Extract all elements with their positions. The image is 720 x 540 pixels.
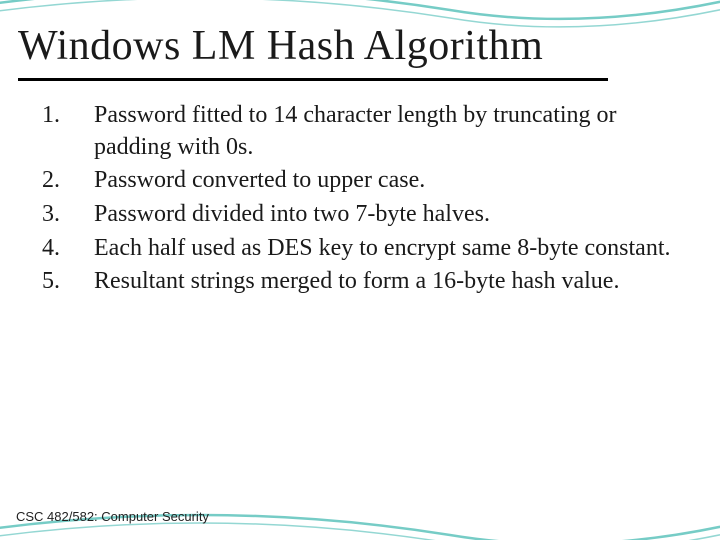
list-item: 3. Password divided into two 7-byte halv…: [36, 199, 690, 231]
list-number: 5.: [36, 266, 94, 298]
list-text: Password converted to upper case.: [94, 165, 690, 197]
list-number: 4.: [36, 233, 94, 265]
list-item: 1. Password fitted to 14 character lengt…: [36, 100, 690, 163]
title-underline: [18, 78, 608, 81]
list-item: 5. Resultant strings merged to form a 16…: [36, 266, 690, 298]
list-text: Resultant strings merged to form a 16-by…: [94, 266, 690, 298]
list-text: Password fitted to 14 character length b…: [94, 100, 690, 163]
slide-title: Windows LM Hash Algorithm: [18, 22, 543, 70]
list-number: 2.: [36, 165, 94, 197]
list-number: 1.: [36, 100, 94, 163]
list-text: Password divided into two 7-byte halves.: [94, 199, 690, 231]
numbered-list: 1. Password fitted to 14 character lengt…: [36, 100, 690, 300]
list-item: 2. Password converted to upper case.: [36, 165, 690, 197]
list-text: Each half used as DES key to encrypt sam…: [94, 233, 690, 265]
list-number: 3.: [36, 199, 94, 231]
list-item: 4. Each half used as DES key to encrypt …: [36, 233, 690, 265]
footer-text: CSC 482/582: Computer Security: [16, 509, 209, 524]
